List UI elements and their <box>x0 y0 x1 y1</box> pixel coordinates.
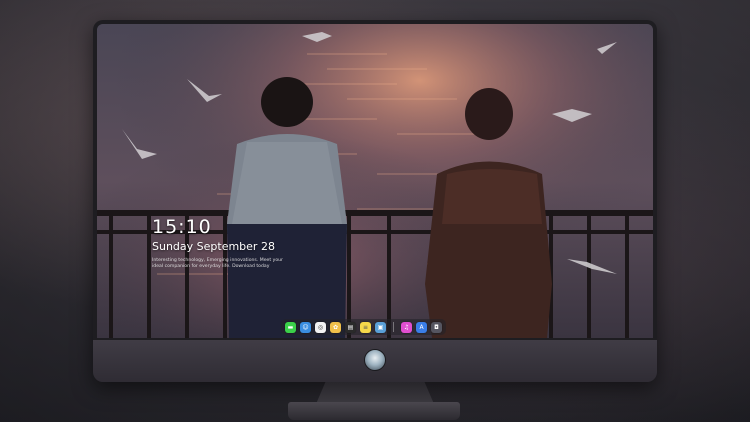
monitor: 15:10 Sunday September 28 Interesting te… <box>93 20 657 382</box>
notes-icon[interactable]: ≡ <box>360 321 371 333</box>
lock-screen-time: 15:10 <box>152 216 212 238</box>
messages-icon[interactable]: ▬ <box>285 321 296 333</box>
photos-icon[interactable]: ✿ <box>330 321 341 333</box>
dock-separator <box>393 322 394 332</box>
lock-screen: 15:10 Sunday September 28 Interesting te… <box>97 24 653 338</box>
lock-screen-tagline: Interesting technology, Emerging innovat… <box>152 258 283 269</box>
app-store-icon[interactable]: A <box>416 321 427 333</box>
finder-icon[interactable]: ☺ <box>300 321 311 333</box>
safari-icon[interactable]: ◎ <box>315 321 326 333</box>
monitor-chin <box>93 340 657 382</box>
camera-icon[interactable]: ◘ <box>431 321 442 333</box>
logo-icon <box>364 349 386 371</box>
dock: ▬ ☺ ◎ ✿ ▤ ≡ ▣ ♫ A ◘ <box>281 319 446 335</box>
preview-icon[interactable]: ▣ <box>375 321 386 333</box>
music-icon[interactable]: ♫ <box>401 321 412 333</box>
lock-screen-date: Sunday September 28 <box>152 240 275 253</box>
monitor-stand-neck <box>316 382 434 404</box>
monitor-stand-base <box>288 402 460 420</box>
clapper-icon[interactable]: ▤ <box>345 321 356 333</box>
wallpaper <box>97 24 653 338</box>
